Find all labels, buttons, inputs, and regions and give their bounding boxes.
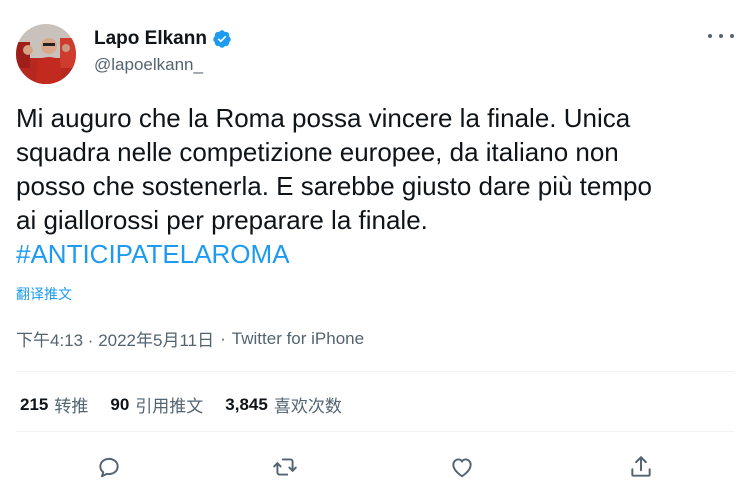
meta-separator: ·	[220, 328, 226, 348]
share-icon[interactable]	[626, 452, 656, 482]
timestamp[interactable]: 下午4:13 · 2022年5月11日	[16, 326, 214, 351]
likes-stat[interactable]: 3,845 喜欢次数	[225, 392, 342, 417]
tweet-text: Mi auguro che la Roma possa vincere la f…	[16, 101, 736, 271]
quotes-stat[interactable]: 90 引用推文	[110, 392, 203, 417]
likes-count: 3,845	[225, 394, 268, 414]
retweet-icon[interactable]	[270, 452, 300, 482]
likes-label: 喜欢次数	[273, 397, 342, 416]
display-name[interactable]: Lapo Elkann	[94, 28, 207, 50]
translate-tweet-link[interactable]: 翻译推文	[16, 284, 72, 304]
source-label[interactable]: Twitter for iPhone	[232, 329, 364, 349]
avatar[interactable]	[16, 24, 76, 84]
verified-badge-icon	[212, 29, 232, 49]
tweet-line: Mi auguro che la Roma possa vincere la f…	[16, 103, 631, 133]
retweets-label: 转推	[54, 397, 89, 416]
retweets-stat[interactable]: 215 转推	[20, 392, 88, 417]
reply-icon[interactable]	[94, 452, 124, 482]
tweet-stats: 215 转推 90 引用推文 3,845 喜欢次数	[20, 392, 364, 417]
tweet-line: ai giallorossi per preparare la finale.	[16, 205, 428, 235]
hashtag-link[interactable]: #ANTICIPATELAROMA	[16, 237, 736, 271]
handle[interactable]: @lapoelkann_	[94, 55, 203, 75]
quotes-label: 引用推文	[135, 397, 204, 416]
divider	[16, 431, 734, 432]
heart-icon[interactable]	[447, 452, 477, 482]
tweet-line: squadra nelle competizione europee, da i…	[16, 137, 619, 167]
divider	[16, 371, 734, 372]
tweet-header: Lapo Elkann @lapoelkann_	[16, 20, 736, 84]
action-bar	[0, 448, 750, 488]
retweets-count: 215	[20, 394, 49, 414]
tweet-line: posso che sostenerla. E sarebbe giusto d…	[16, 171, 652, 201]
more-dots-icon[interactable]	[708, 26, 734, 46]
quotes-count: 90	[110, 394, 130, 414]
tweet-meta: 下午4:13 · 2022年5月11日 · Twitter for iPhone	[16, 326, 364, 351]
